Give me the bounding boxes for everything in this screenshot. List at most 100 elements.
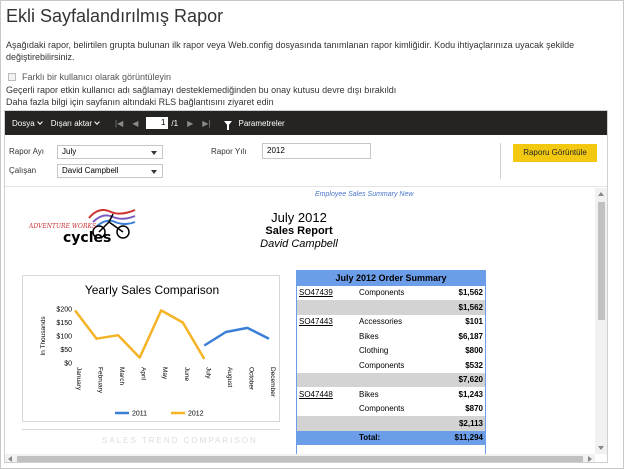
scroll-up-icon[interactable]	[598, 192, 604, 196]
x-tick-label: July	[204, 367, 211, 379]
order-category: Components	[359, 404, 405, 414]
y-tick-label: $200	[56, 307, 72, 314]
order-row: Clothing $800	[297, 344, 485, 359]
sales-trend-title: SALES TREND COMPARISON	[102, 436, 258, 445]
report-canvas: Employee Sales Summary New ADVENTURE WOR…	[5, 188, 595, 462]
year-input[interactable]: 2012	[262, 143, 371, 159]
rls-note: Daha fazla bilgi için sayfanın altındaki…	[6, 97, 274, 107]
parameters-toggle[interactable]: Parametreler	[238, 119, 284, 128]
order-row: Bikes $6,187	[297, 329, 485, 344]
dropdown-caret-icon	[151, 151, 157, 155]
dropdown-caret-icon	[151, 170, 157, 174]
scroll-down-icon[interactable]	[598, 446, 604, 450]
order-category: Bikes	[359, 331, 379, 341]
first-page-icon[interactable]: |◀	[115, 119, 123, 128]
next-page-icon[interactable]: ▶	[187, 119, 193, 128]
series-line-2012	[74, 309, 206, 360]
order-amount: $800	[465, 346, 483, 356]
legend-label-2011: 2011	[132, 411, 147, 418]
order-id-link[interactable]: SO47439	[297, 286, 357, 301]
order-id-link	[297, 416, 357, 431]
order-row: Components $870	[297, 402, 485, 417]
order-amount: $870	[465, 404, 483, 414]
report-subtitle: Sales Report	[265, 225, 333, 237]
chart-title: Yearly Sales Comparison	[85, 283, 219, 297]
page-number-input[interactable]: 1	[146, 117, 169, 129]
x-tick-label: January	[75, 367, 82, 391]
report-toolbar: Dosya Dışarı aktar |◀ ◀ 1 /1 ▶ ▶| Parame…	[5, 111, 607, 135]
page-title: Ekli Sayfalandırılmış Rapor	[6, 6, 224, 26]
order-id-link[interactable]: SO47443	[297, 315, 357, 330]
file-menu-button[interactable]: Dosya	[12, 118, 43, 128]
params-divider	[500, 143, 501, 179]
horizontal-scrollbar[interactable]	[5, 454, 595, 462]
previous-page-icon[interactable]: ◀	[132, 119, 138, 128]
last-page-icon[interactable]: ▶|	[202, 119, 210, 128]
month-select[interactable]: July	[57, 145, 163, 159]
employee-select[interactable]: David Campbell	[57, 164, 163, 178]
order-category	[357, 373, 425, 388]
order-amount: $1,562	[458, 288, 483, 298]
order-summary-title: July 2012 Order Summary	[297, 271, 485, 286]
view-as-user-label: Farklı bir kullanıcı olarak görüntüleyin	[22, 72, 172, 82]
x-tick-label: December	[269, 367, 276, 398]
order-amount: $7,620	[458, 375, 483, 385]
y-tick-label: $50	[60, 347, 72, 354]
subtotal-row: $1,562	[297, 300, 485, 315]
export-menu-button[interactable]: Dışarı aktar	[51, 119, 100, 128]
vertical-scrollbar[interactable]	[595, 188, 607, 454]
order-id-link	[297, 300, 357, 315]
subtotal-row: $2,113	[297, 416, 485, 431]
month-label: Rapor Ayı	[9, 147, 44, 156]
report-viewer: Dosya Dışarı aktar |◀ ◀ 1 /1 ▶ ▶| Parame…	[4, 110, 608, 463]
employee-label: Çalışan	[9, 166, 37, 175]
logo-text-top: ADVENTURE WORKS	[28, 223, 96, 230]
order-category: Accessories	[359, 317, 403, 327]
order-row: Components $532	[297, 358, 485, 373]
subtotal-row: $7,620	[297, 372, 485, 388]
order-amount: $532	[465, 360, 483, 370]
total-row: Total: $11,294	[297, 430, 485, 445]
order-category	[357, 300, 425, 315]
order-category	[357, 416, 425, 431]
y-tick-label: $150	[56, 320, 72, 327]
order-id-link[interactable]: SO47448	[297, 387, 357, 402]
yearly-sales-chart-svg: Yearly Sales Comparison In Thousands $0 $50…	[40, 283, 276, 418]
order-amount: $101	[465, 317, 483, 327]
x-tick-label: March	[118, 367, 125, 385]
scroll-right-icon[interactable]	[588, 456, 592, 462]
chevron-down-icon	[36, 118, 43, 125]
order-row: SO47448 Bikes $1,243	[297, 387, 485, 402]
order-category: Clothing	[359, 346, 389, 356]
order-row: SO47443 Accessories $101	[297, 315, 485, 330]
vertical-scroll-thumb[interactable]	[598, 202, 605, 320]
logo-text-main: cycles	[63, 230, 111, 246]
x-tick-label: May	[161, 367, 168, 380]
view-as-user-row: Farklı bir kullanıcı olarak görüntüleyin	[6, 72, 171, 82]
order-id-link	[297, 373, 357, 388]
horizontal-scroll-thumb[interactable]	[17, 456, 583, 462]
employee-sales-summary-link[interactable]: Employee Sales Summary New	[315, 191, 413, 198]
report-employee-name: David Campbell	[260, 238, 338, 250]
order-amount: $6,187	[458, 331, 483, 341]
page-total: /1	[171, 118, 179, 128]
order-amount: $1,562	[458, 302, 483, 312]
legend-label-2012: 2012	[188, 411, 204, 418]
order-amount: $11,294	[454, 433, 483, 443]
order-summary-table: July 2012 Order Summary SO47439 Component…	[297, 271, 485, 445]
year-label: Rapor Yılı	[211, 147, 247, 156]
adventure-works-logo: ADVENTURE WORKS cycles	[28, 209, 136, 246]
view-report-button[interactable]: Raporu Görüntüle	[513, 144, 597, 162]
order-category: Bikes	[359, 389, 379, 399]
scroll-left-icon[interactable]	[8, 456, 12, 462]
order-category: Total:	[359, 433, 381, 443]
y-tick-label: $0	[64, 361, 72, 368]
order-category: Components	[359, 360, 405, 370]
x-tick-label: October	[247, 367, 254, 391]
view-as-user-checkbox[interactable]	[8, 73, 16, 81]
yearly-sales-chart: Yearly Sales Comparison In Thousands $0 $50…	[22, 275, 280, 422]
filter-icon	[224, 120, 233, 130]
page-description: Aşağıdaki rapor, belirtilen grupta bulun…	[6, 40, 575, 62]
order-id-link	[297, 402, 357, 417]
x-tick-label: April	[140, 367, 147, 381]
